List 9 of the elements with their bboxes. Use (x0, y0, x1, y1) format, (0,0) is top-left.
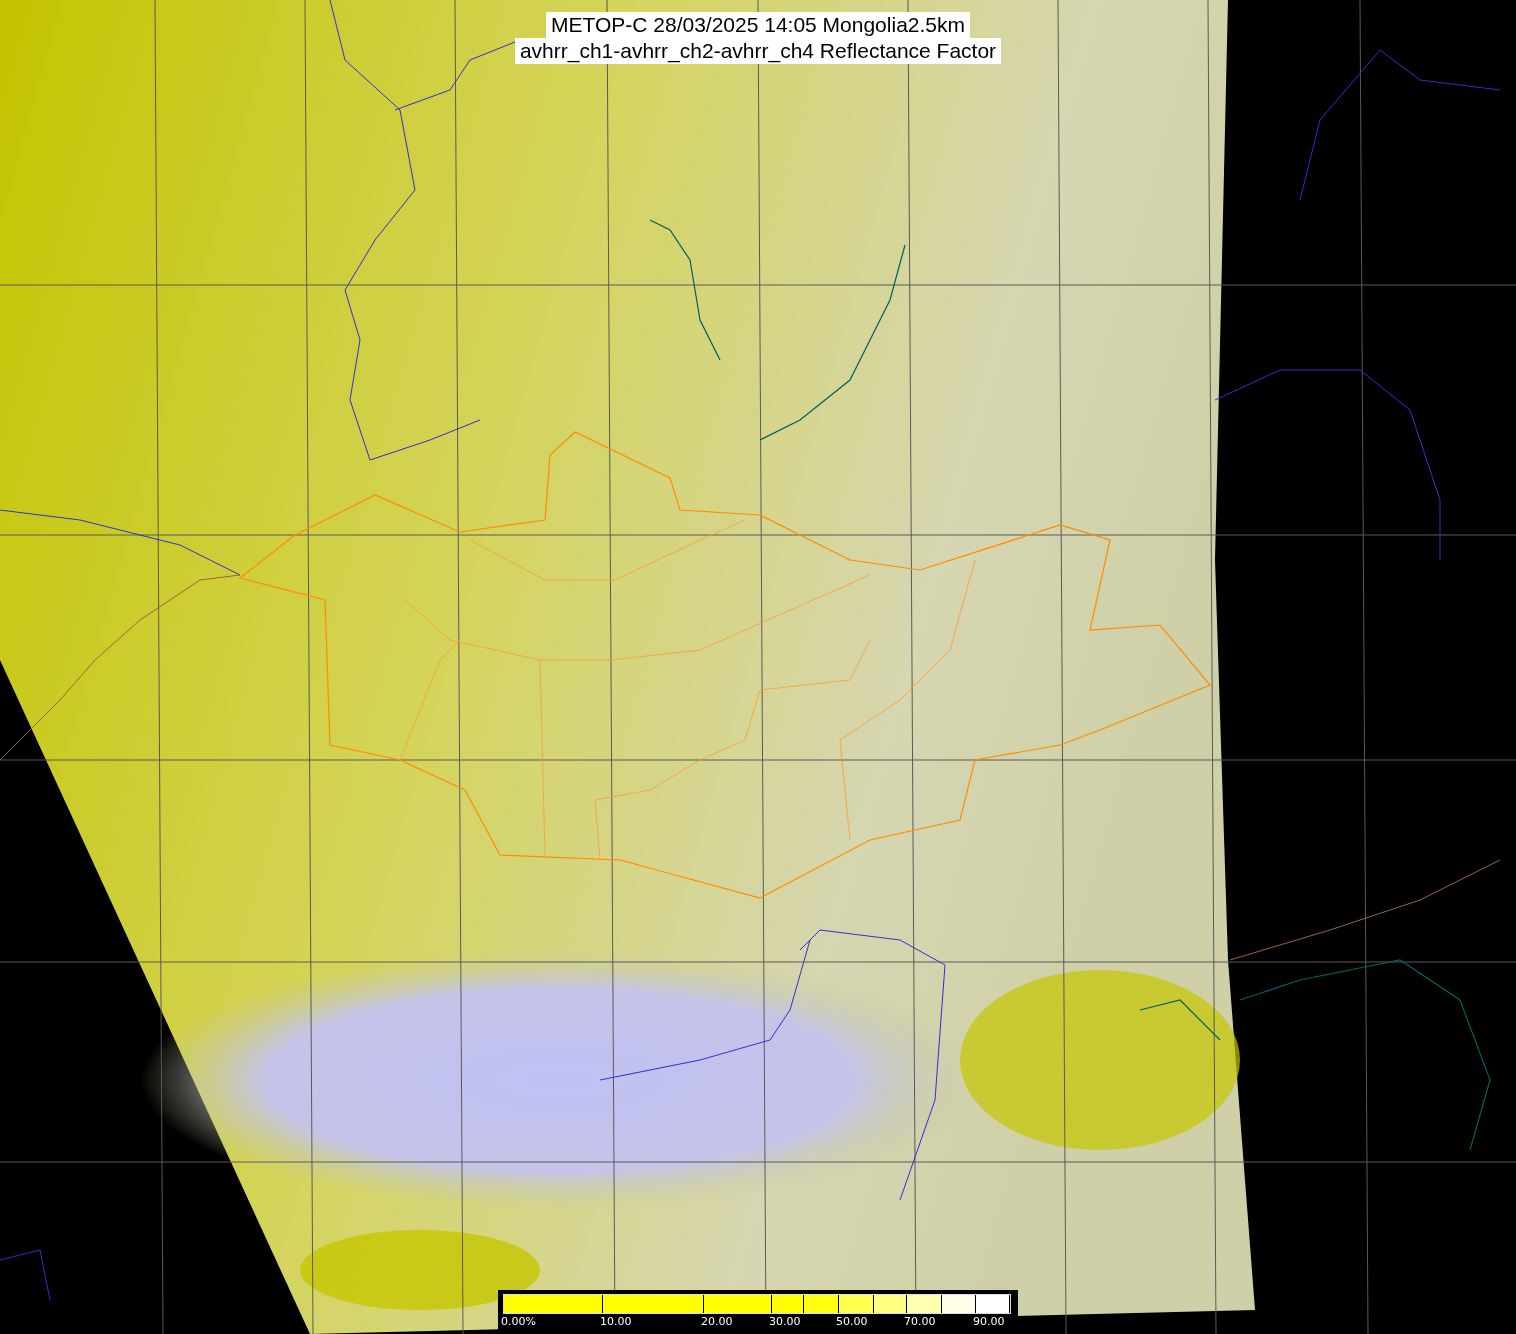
colorbar-tick-label: 10.00 (600, 1315, 632, 1328)
colorbar-tick-label: 20.00 (701, 1315, 733, 1328)
colorbar-tick-label: 0.00% (501, 1315, 536, 1328)
map-title: avhrr_ch1-avhrr_ch2-avhrr_ch4 Reflectance Factor (514, 38, 1002, 64)
colorbar-tick-label: 50.00 (836, 1315, 868, 1328)
colorbar-tick-label: 70.00 (904, 1315, 936, 1328)
colorbar-tick-label: 30.00 (769, 1315, 801, 1328)
map-title: METOP-C 28/03/2025 14:05 Mongolia2.5km (546, 12, 970, 38)
colorbar-tick-label: 90.00 (973, 1315, 1005, 1328)
